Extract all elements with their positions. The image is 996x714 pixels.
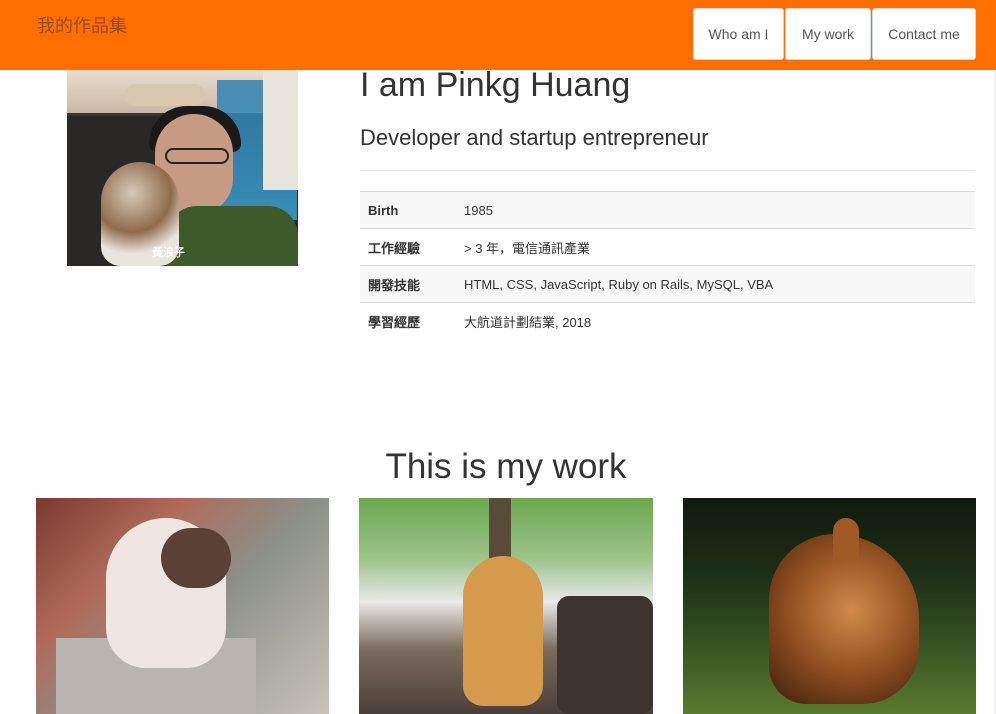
dog-figure [463, 556, 543, 706]
navbar: 我的作品集 Who am I My work Contact me [0, 0, 996, 70]
brand-link[interactable]: 我的作品集 [37, 12, 127, 38]
info-label: 工作經驗 [360, 228, 456, 266]
work-image-horse[interactable] [683, 498, 976, 714]
table-row: 工作經驗 > 3 年，電信通訊產業 [360, 228, 975, 266]
photo-towel [263, 70, 298, 190]
page-title: I am Pinkg Huang [360, 66, 631, 104]
info-value: 1985 [456, 191, 975, 229]
work-image-dog[interactable] [359, 498, 653, 714]
info-value: > 3 年，電信通訊產業 [456, 228, 975, 266]
profile-photo: 黃浪子 [67, 70, 298, 266]
work-section-title: This is my work [385, 447, 627, 486]
nav-who-am-i-button[interactable]: Who am I [693, 8, 784, 60]
info-value: 大航道計劃結業, 2018 [456, 302, 975, 340]
cat-head [161, 528, 231, 588]
horse-ear [833, 518, 859, 562]
nav-links: Who am I My work Contact me [693, 8, 976, 60]
dog-barrel [557, 596, 653, 714]
info-value: HTML, CSS, JavaScript, Ruby on Rails, My… [456, 265, 975, 303]
info-table: Birth 1985 工作經驗 > 3 年，電信通訊產業 開發技能 HTML, … [360, 191, 975, 340]
photo-caption: 黃浪子 [152, 246, 185, 259]
photo-shelf-cat [125, 84, 205, 106]
table-row: Birth 1985 [360, 191, 975, 229]
divider [360, 170, 975, 171]
nav-my-work-button[interactable]: My work [785, 8, 871, 60]
page-subtitle: Developer and startup entrepreneur [360, 125, 709, 150]
info-label: 開發技能 [360, 265, 456, 303]
photo-glasses [165, 148, 229, 164]
table-row: 開發技能 HTML, CSS, JavaScript, Ruby on Rail… [360, 265, 975, 303]
info-label: Birth [360, 191, 456, 229]
table-row: 學習經歷 大航道計劃結業, 2018 [360, 302, 975, 340]
nav-contact-me-button[interactable]: Contact me [872, 8, 976, 60]
work-image-cat[interactable] [36, 498, 329, 714]
info-label: 學習經歷 [360, 302, 456, 340]
